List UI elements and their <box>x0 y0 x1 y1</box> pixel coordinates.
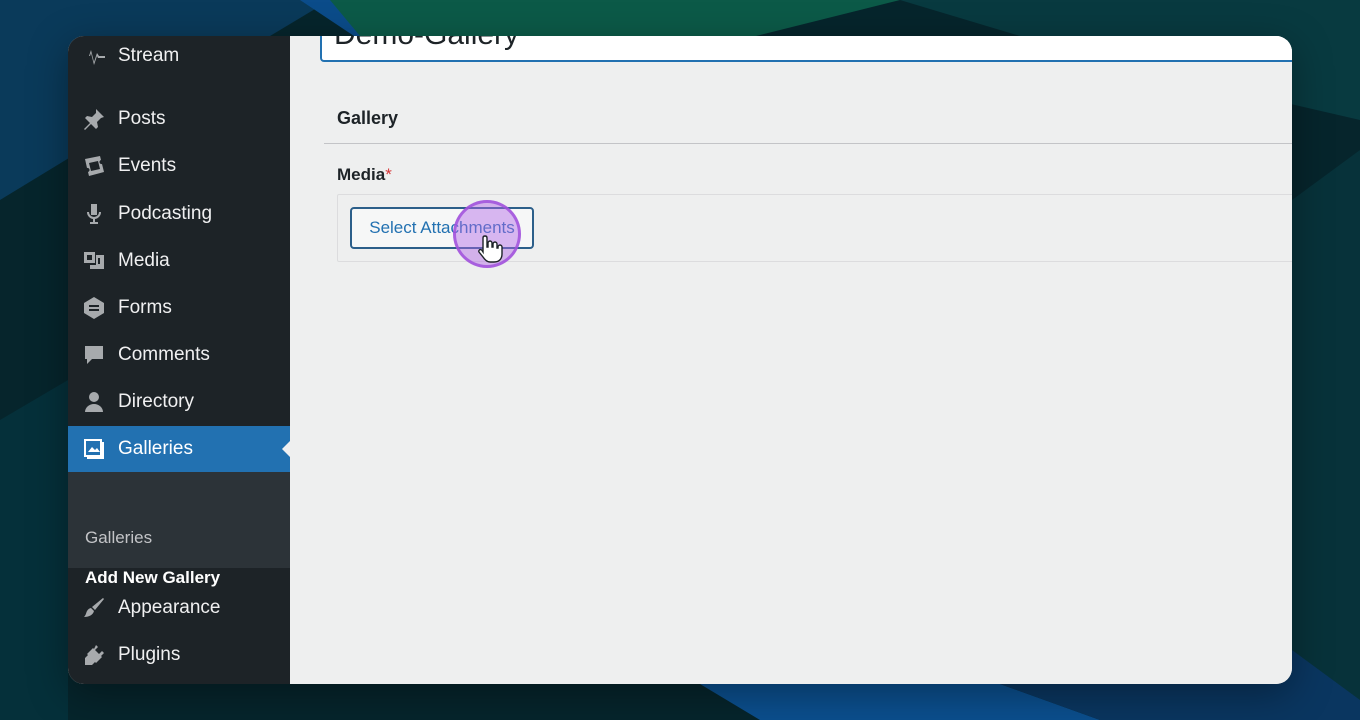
sidebar-item-directory[interactable]: Directory <box>68 379 290 425</box>
plugin-icon <box>80 641 108 669</box>
sidebar-item-label: Posts <box>118 108 166 129</box>
microphone-icon <box>80 200 108 228</box>
galleries-submenu: Galleries Add New Gallery <box>68 472 290 587</box>
sidebar-item-label: Events <box>118 155 177 176</box>
required-marker: * <box>385 165 392 184</box>
sidebar-item-stream[interactable]: Stream <box>68 36 290 79</box>
ticket-icon <box>80 152 108 180</box>
sidebar-item-label: Stream <box>118 45 180 66</box>
sidebar-item-comments[interactable]: Comments <box>68 332 290 378</box>
media-icon <box>80 247 108 275</box>
gallery-icon <box>80 435 108 463</box>
sidebar-item-label: Plugins <box>118 644 181 665</box>
hand-cursor-icon <box>478 235 503 263</box>
comment-icon <box>80 341 108 369</box>
user-icon <box>80 388 108 416</box>
gallery-title-input[interactable]: Demo-Gallery <box>320 36 1292 62</box>
section-title: Gallery <box>337 108 399 128</box>
forms-icon <box>80 294 108 322</box>
sidebar-item-label: Directory <box>118 391 195 412</box>
divider <box>324 143 1292 144</box>
sidebar-item-label: Galleries <box>118 438 193 459</box>
sidebar-item-forms[interactable]: Forms <box>68 285 290 331</box>
sidebar-item-posts[interactable]: Posts <box>68 96 290 142</box>
sidebar-item-events[interactable]: Events <box>68 143 290 189</box>
sidebar-item-label: Media <box>118 250 170 271</box>
sidebar-item-label: Podcasting <box>118 203 213 224</box>
app-window: Stream Posts Events Podcasting Media For… <box>68 36 1292 684</box>
paintbrush-icon <box>80 594 108 622</box>
sidebar-item-appearance[interactable]: Appearance <box>68 585 290 631</box>
sidebar-item-galleries[interactable]: Galleries <box>68 426 290 472</box>
sidebar-item-plugins[interactable]: Plugins <box>68 632 290 678</box>
main-content: Demo-Gallery Gallery Media* Select Attac… <box>290 36 1292 684</box>
stream-icon <box>80 42 108 70</box>
submenu-item-galleries[interactable]: Galleries <box>85 528 152 548</box>
sidebar-item-label: Forms <box>118 297 172 318</box>
media-label-text: Media <box>337 165 386 184</box>
pin-icon <box>80 105 108 133</box>
sidebar-item-podcasting[interactable]: Podcasting <box>68 191 290 237</box>
gallery-title-value: Demo-Gallery <box>334 36 519 52</box>
sidebar-item-media[interactable]: Media <box>68 238 290 284</box>
admin-sidebar: Stream Posts Events Podcasting Media For… <box>68 36 290 684</box>
sidebar-item-label: Comments <box>118 344 210 365</box>
sidebar-item-label: Appearance <box>118 597 221 618</box>
media-field-label: Media* <box>337 165 392 185</box>
